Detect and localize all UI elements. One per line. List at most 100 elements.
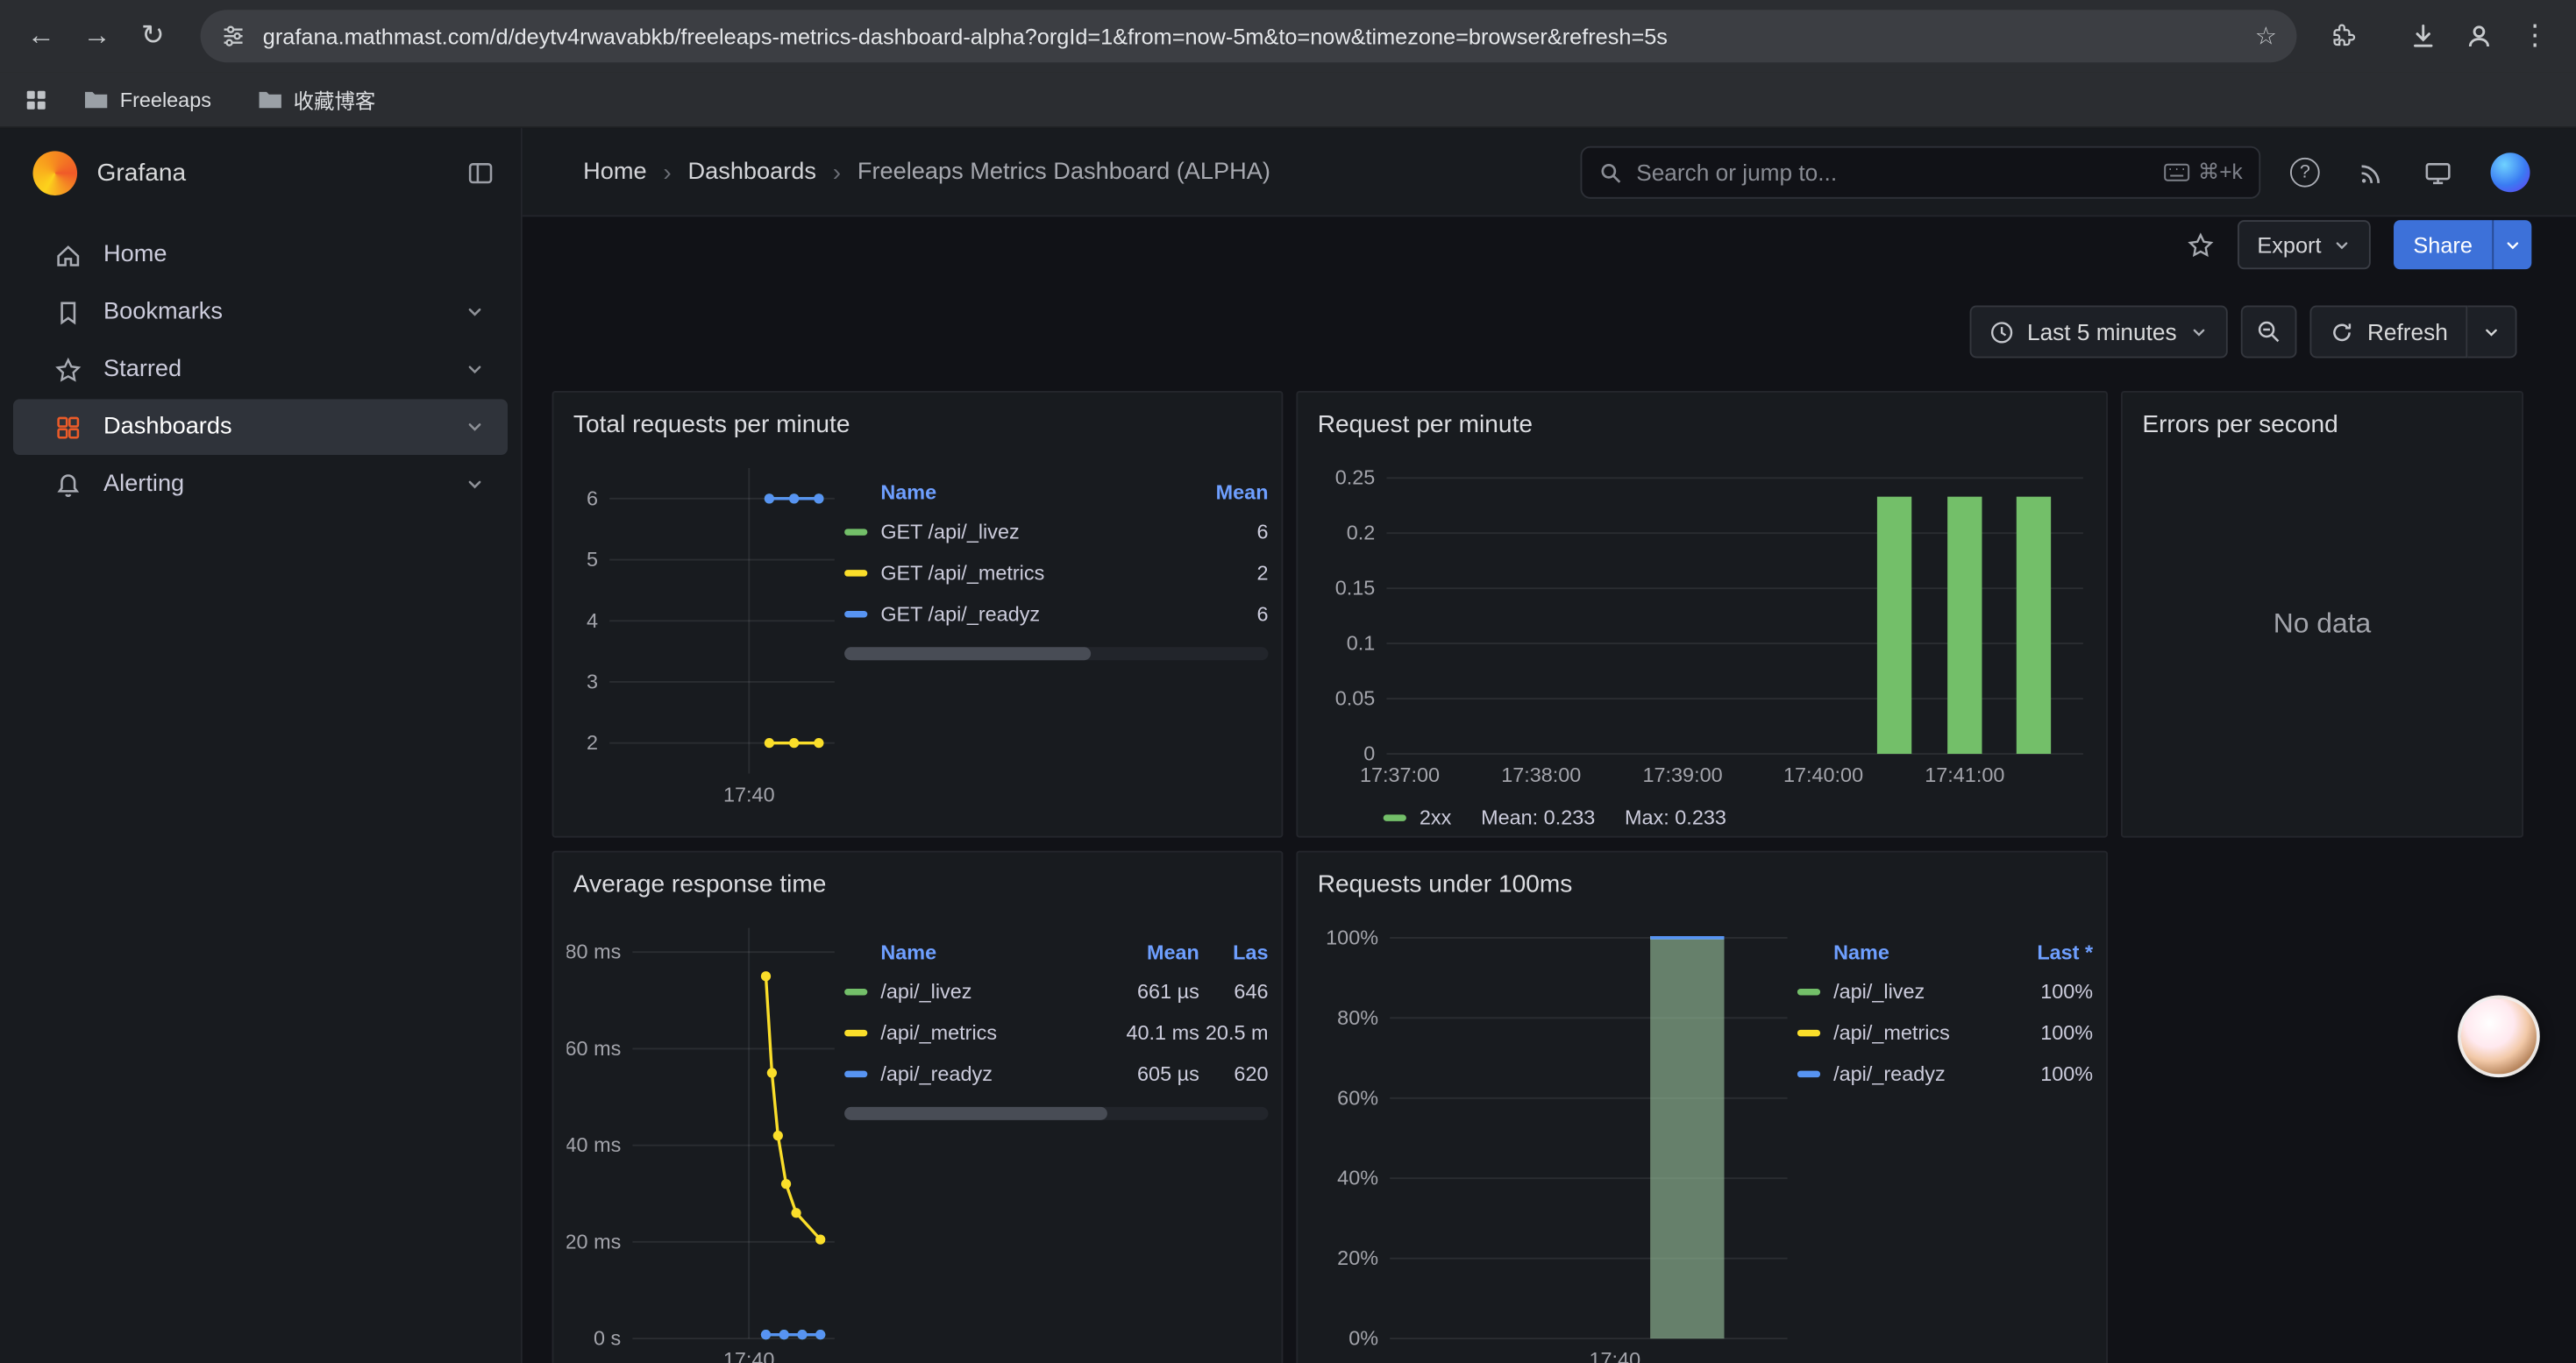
sidebar-item-dashboards[interactable]: Dashboards xyxy=(13,399,508,455)
sidebar-item-bookmarks[interactable]: Bookmarks xyxy=(13,284,508,340)
chevron-down-icon[interactable] xyxy=(465,302,484,322)
chevron-down-icon[interactable] xyxy=(465,475,484,494)
legend-scrollbar[interactable] xyxy=(844,1107,1268,1120)
panel-title[interactable]: Errors per second xyxy=(2123,393,2522,455)
series-name: /api/_readyz xyxy=(880,1061,993,1084)
share-menu-caret[interactable] xyxy=(2492,220,2531,269)
legend-row: GET /api/_metrics 2 xyxy=(844,552,1268,593)
series-last: 100% xyxy=(2008,980,2093,1003)
monitor-icon[interactable] xyxy=(2423,159,2453,187)
series-last: 100% xyxy=(2008,1021,2093,1044)
panel-title[interactable]: Requests under 100ms xyxy=(1298,852,2106,914)
breadcrumb-home[interactable]: Home xyxy=(583,160,646,186)
grafana-logo[interactable] xyxy=(32,150,77,195)
svg-text:60 ms: 60 ms xyxy=(566,1037,621,1060)
url-text[interactable]: grafana.mathmast.com/d/deytv4rwavabkb/fr… xyxy=(263,24,2238,48)
svg-text:100%: 100% xyxy=(1326,926,1378,948)
legend-header-last[interactable]: Las xyxy=(1199,941,1269,964)
user-avatar-button[interactable] xyxy=(2491,153,2530,192)
sidebar-item-label: Alerting xyxy=(103,472,184,498)
bookmark-folder-freeleaps[interactable]: Freeleaps xyxy=(72,83,223,116)
topnav-icons: ? xyxy=(2290,128,2530,217)
refresh-interval-caret[interactable] xyxy=(2467,306,2516,358)
breadcrumb: Home › Dashboards › Freeleaps Metrics Da… xyxy=(583,128,1270,217)
legend-header-last[interactable]: Last * xyxy=(2008,941,2093,964)
series-mean: 2 xyxy=(1177,561,1269,584)
scrollbar-thumb[interactable] xyxy=(844,647,1090,660)
panel-title[interactable]: Average response time xyxy=(553,852,1281,914)
legend-header-mean[interactable]: Mean xyxy=(1177,481,1269,504)
series-name: GET /api/_metrics xyxy=(880,561,1044,584)
series-name[interactable]: 2xx xyxy=(1420,806,1451,829)
panel-total-requests: Total requests per minute 6543217:40 Nam… xyxy=(552,391,1284,838)
dock-menu-icon[interactable] xyxy=(466,159,495,187)
legend-scrollbar[interactable] xyxy=(844,647,1268,660)
legend-header-mean[interactable]: Mean xyxy=(1078,941,1199,964)
panel-request-per-minute: Request per minute 0.250.20.150.10.05017… xyxy=(1296,391,2108,838)
panel-errors-per-second: Errors per second No data xyxy=(2121,391,2523,838)
total-requests-chart: 6543217:40 xyxy=(566,455,844,813)
legend-header-name[interactable]: Name xyxy=(844,941,1078,964)
export-button[interactable]: Export xyxy=(2238,220,2371,269)
time-range-picker[interactable]: Last 5 minutes xyxy=(1969,306,2227,358)
panel-under-100ms: Requests under 100ms 100%80%60%40%20%0%1… xyxy=(1296,851,2108,1363)
svg-text:0.25: 0.25 xyxy=(1335,466,1376,489)
scrollbar-thumb[interactable] xyxy=(844,1107,1107,1120)
refresh-button-group: Refresh xyxy=(2309,306,2516,358)
dashboard-content: Export Share Last 5 minutes xyxy=(523,217,2576,1363)
svg-text:3: 3 xyxy=(587,670,598,692)
series-max: Max: 0.233 xyxy=(1625,806,1726,829)
legend-row: GET /api/_livez 6 xyxy=(844,511,1268,552)
legend-header-name[interactable]: Name xyxy=(1797,941,2008,964)
forward-button[interactable]: → xyxy=(72,11,121,60)
svg-text:80 ms: 80 ms xyxy=(566,941,621,963)
series-swatch xyxy=(1797,988,1820,994)
sidebar-item-label: Bookmarks xyxy=(103,299,223,325)
series-mean: 6 xyxy=(1177,520,1269,543)
downloads-icon[interactable] xyxy=(2399,11,2448,60)
series-mean: 40.1 ms xyxy=(1078,1021,1199,1044)
search-input[interactable]: Search or jump to... ⌘+k xyxy=(1581,146,2261,199)
address-bar[interactable]: grafana.mathmast.com/d/deytv4rwavabkb/fr… xyxy=(201,10,2297,62)
chevron-down-icon xyxy=(2190,323,2209,341)
extensions-icon[interactable] xyxy=(2320,11,2369,60)
panel-avg-response-time: Average response time 80 ms60 ms40 ms20 … xyxy=(552,851,1284,1363)
site-settings-icon[interactable] xyxy=(220,23,246,49)
series-mean: Mean: 0.233 xyxy=(1481,806,1595,829)
legend-header-name[interactable]: Name xyxy=(844,481,1176,504)
panel-title[interactable]: Request per minute xyxy=(1298,393,2106,455)
legend-row: /api/_metrics 100% xyxy=(1797,1012,2093,1053)
search-icon xyxy=(1598,160,1623,185)
apps-grid-icon[interactable] xyxy=(23,86,49,112)
help-icon[interactable]: ? xyxy=(2290,158,2320,188)
chevron-down-icon[interactable] xyxy=(465,359,484,379)
favorite-star-icon[interactable] xyxy=(2187,231,2215,259)
profile-icon[interactable] xyxy=(2454,11,2503,60)
breadcrumb-dashboards[interactable]: Dashboards xyxy=(688,160,817,186)
svg-text:60%: 60% xyxy=(1337,1086,1378,1109)
svg-text:0.15: 0.15 xyxy=(1335,577,1376,600)
rss-icon[interactable] xyxy=(2358,159,2386,187)
svg-text:17:40: 17:40 xyxy=(723,1348,775,1363)
time-controls: Last 5 minutes Refresh xyxy=(1969,306,2516,358)
share-button[interactable]: Share xyxy=(2394,220,2492,269)
svg-text:0%: 0% xyxy=(1348,1327,1378,1350)
browser-menu-icon[interactable]: ⋮ xyxy=(2510,11,2559,60)
bookmark-star-icon[interactable]: ☆ xyxy=(2255,21,2277,51)
bookmark-label: Freeleaps xyxy=(120,88,211,110)
zoom-out-button[interactable] xyxy=(2241,306,2297,358)
chevron-down-icon[interactable] xyxy=(465,417,484,437)
bookmark-folder-blogs[interactable]: 收藏博客 xyxy=(246,79,387,120)
sidebar-item-alerting[interactable]: Alerting xyxy=(13,457,508,513)
sidebar-item-home[interactable]: Home xyxy=(13,227,508,283)
svg-text:0 s: 0 s xyxy=(594,1327,621,1350)
reload-button[interactable]: ↻ xyxy=(128,11,177,60)
bookmark-label: 收藏博客 xyxy=(294,84,376,116)
back-button[interactable]: ← xyxy=(17,11,66,60)
svg-text:4: 4 xyxy=(587,609,598,632)
sidebar-item-starred[interactable]: Starred xyxy=(13,342,508,398)
panel-title[interactable]: Total requests per minute xyxy=(553,393,1281,455)
folder-icon xyxy=(84,89,109,110)
refresh-button[interactable]: Refresh xyxy=(2309,306,2467,358)
floating-assistant-avatar[interactable] xyxy=(2458,995,2540,1077)
